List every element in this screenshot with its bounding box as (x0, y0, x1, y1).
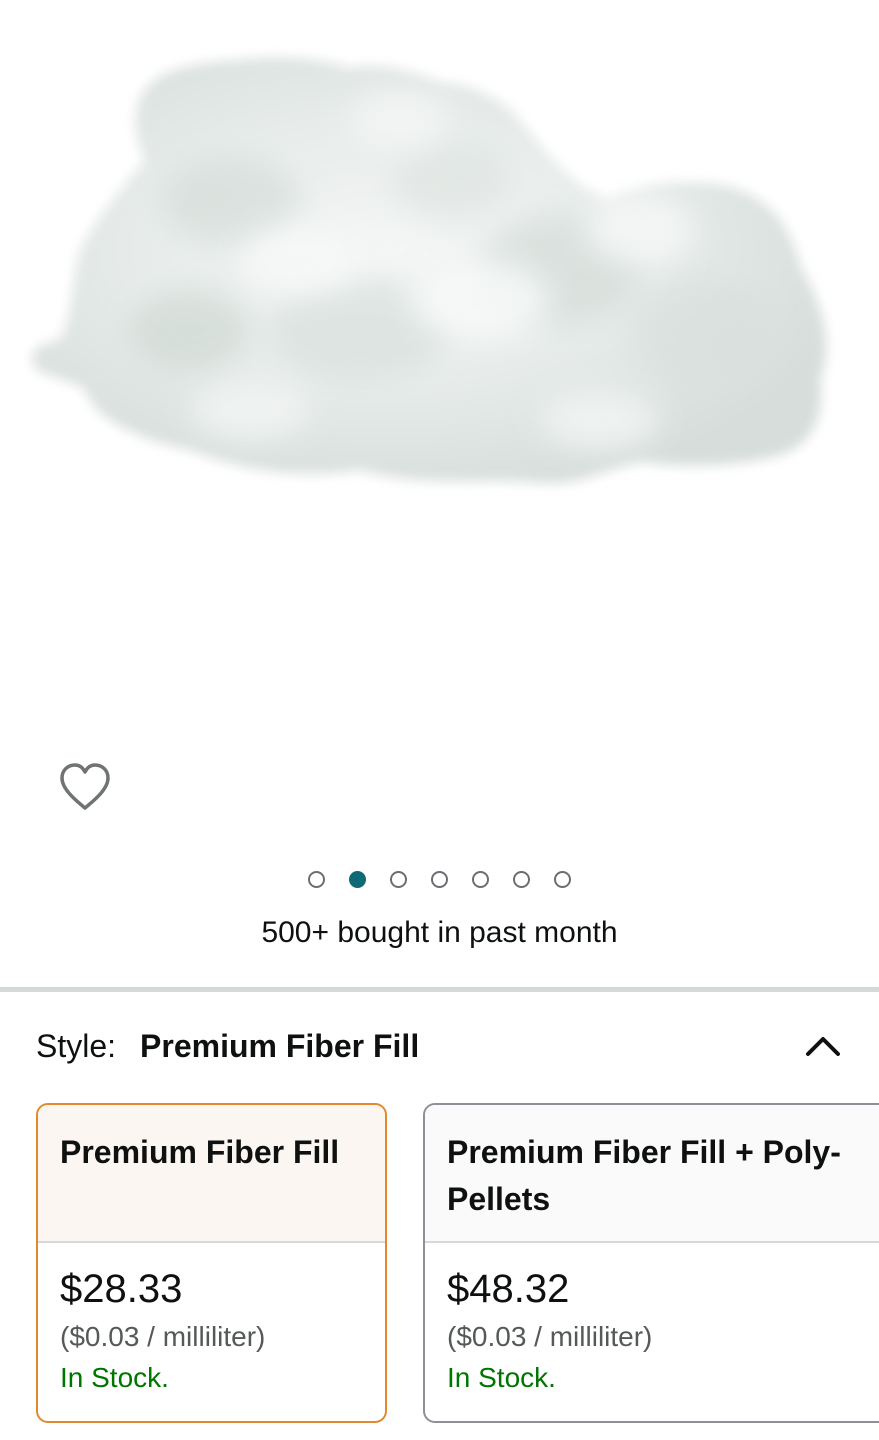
carousel-dot[interactable] (308, 870, 325, 888)
product-image[interactable] (0, 0, 879, 740)
carousel-dot[interactable] (513, 870, 530, 888)
option-title: Premium Fiber Fill (38, 1105, 385, 1243)
option-title: Premium Fiber Fill + Poly-Pellets (425, 1105, 879, 1243)
style-label: Style: (36, 1027, 117, 1064)
style-selected-value: Premium Fiber Fill (140, 1027, 420, 1064)
option-price: $28.33 (60, 1267, 183, 1311)
option-stock-status: In Stock. (447, 1362, 556, 1393)
carousel-dot[interactable] (554, 870, 571, 888)
option-price: $48.32 (447, 1267, 570, 1311)
carousel-dot[interactable] (390, 870, 407, 888)
wishlist-button[interactable] (56, 758, 114, 816)
image-carousel-dots (0, 866, 879, 892)
option-unit-price: ($0.03 / milliliter) (447, 1321, 653, 1352)
bought-count-text: 500+ bought in past month (261, 916, 618, 949)
style-option-fiber-fill-poly-pellets[interactable]: Premium Fiber Fill + Poly-Pellets $48.32… (423, 1103, 879, 1423)
carousel-dot[interactable] (349, 870, 366, 888)
chevron-up-icon[interactable] (803, 1026, 843, 1066)
style-selector-header[interactable]: Style: Premium Fiber Fill (36, 1022, 843, 1070)
style-option-premium-fiber-fill[interactable]: Premium Fiber Fill $28.33 ($0.03 / milli… (36, 1103, 387, 1423)
fiber-fill-image (31, 57, 827, 484)
carousel-dot[interactable] (472, 870, 489, 888)
section-divider (0, 987, 879, 992)
carousel-dot[interactable] (431, 870, 448, 888)
option-stock-status: In Stock. (60, 1362, 169, 1393)
heart-outline-icon (60, 763, 110, 810)
option-unit-price: ($0.03 / milliliter) (60, 1321, 266, 1352)
